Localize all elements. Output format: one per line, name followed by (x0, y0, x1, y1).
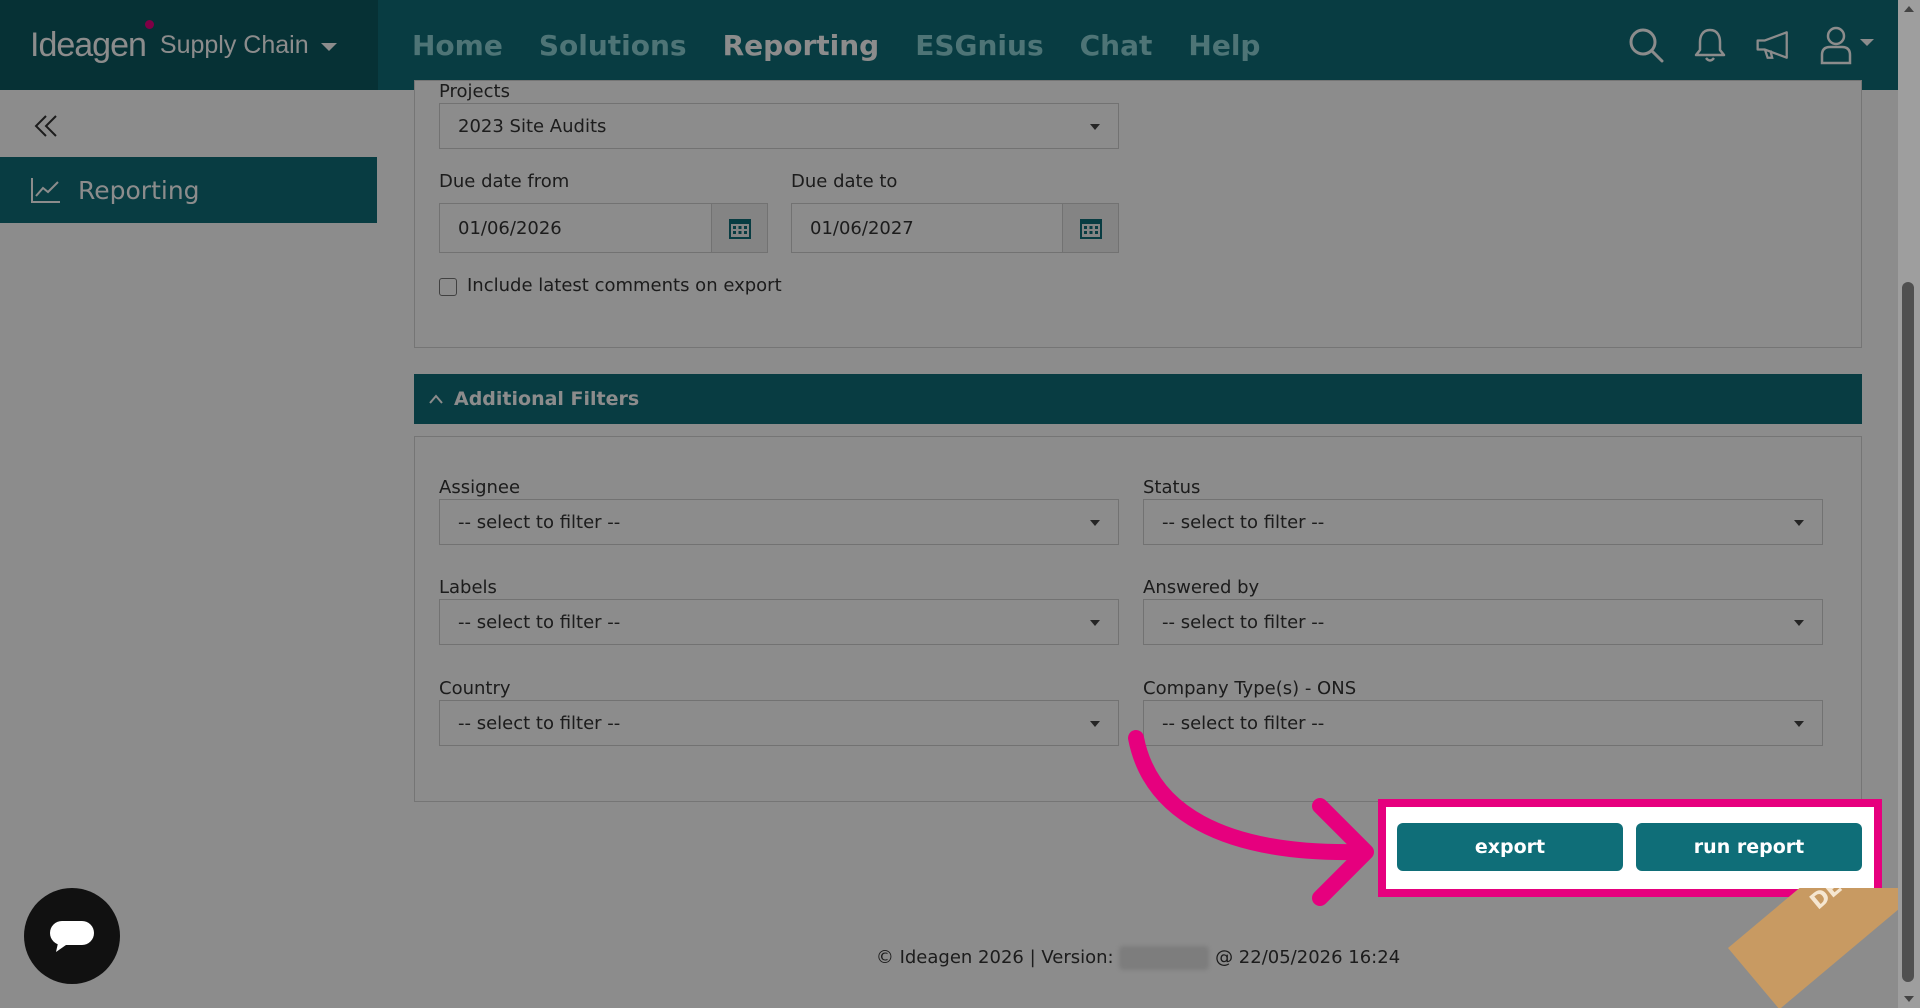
assignee-label: Assignee (439, 477, 521, 498)
answered-by-value: -- select to filter -- (1162, 611, 1325, 633)
projects-select[interactable]: 2023 Site Audits (439, 103, 1119, 149)
labels-select[interactable]: -- select to filter -- (439, 599, 1119, 645)
nav-esgnius[interactable]: ESGnius (915, 29, 1043, 62)
footer-copyright: © Ideagen 2026 | Version: (875, 947, 1114, 968)
due-to-label: Due date to (791, 171, 898, 192)
answered-by-label: Answered by (1143, 577, 1260, 598)
chat-launcher[interactable] (24, 888, 120, 984)
product-name: Supply Chain (159, 30, 309, 59)
labels-value: -- select to filter -- (458, 611, 621, 633)
due-to-value: 01/06/2027 (810, 217, 914, 239)
nav-help[interactable]: Help (1188, 29, 1260, 62)
include-comments-checkbox[interactable] (439, 278, 457, 296)
chevron-up-icon (429, 394, 443, 404)
caret-down-icon (1794, 620, 1804, 626)
guidance-arrow (1128, 730, 1374, 906)
sidebar-item-label: Reporting (78, 175, 200, 205)
footer: © Ideagen 2026 | Version: @ 22/05/2026 1… (378, 946, 1898, 970)
caret-down-icon (1090, 520, 1100, 526)
nav-solutions[interactable]: Solutions (539, 29, 687, 62)
double-chevron-left-icon[interactable] (30, 110, 62, 142)
caret-down-icon (1090, 721, 1100, 727)
company-type-label: Company Type(s) - ONS (1143, 678, 1357, 699)
nav-home[interactable]: Home (412, 29, 503, 62)
country-select[interactable]: -- select to filter -- (439, 700, 1119, 746)
due-from-input[interactable]: 01/06/2026 (439, 203, 768, 253)
due-from-label: Due date from (439, 171, 570, 192)
logo-text: Ideagen (30, 25, 147, 64)
nav-chat[interactable]: Chat (1080, 29, 1153, 62)
top-navigation-bar: Ideagen Supply Chain Home Solutions Repo… (0, 0, 1898, 90)
assignee-select[interactable]: -- select to filter -- (439, 499, 1119, 545)
additional-filters-header[interactable]: Additional Filters (414, 374, 1862, 424)
filters-title: Additional Filters (454, 388, 640, 410)
status-label: Status (1143, 477, 1201, 498)
demo-text: DEMO (1806, 888, 1879, 915)
run-report-button[interactable]: run report (1636, 823, 1862, 871)
chevron-down-icon (320, 43, 337, 51)
logo-dot (144, 19, 154, 29)
status-select[interactable]: -- select to filter -- (1143, 499, 1823, 545)
caret-down-icon (1090, 124, 1100, 130)
caret-down-icon (1794, 520, 1804, 526)
highlighted-actions: export run report (1378, 799, 1882, 897)
nav-reporting[interactable]: Reporting (723, 29, 880, 62)
bell-icon[interactable] (1690, 25, 1730, 65)
demo-ribbon-wrap: DEMO (1718, 888, 1898, 1008)
footer-timestamp: @ 22/05/2026 16:24 (1215, 947, 1401, 968)
status-value: -- select to filter -- (1162, 511, 1325, 533)
version-redacted (1119, 946, 1210, 970)
assignee-value: -- select to filter -- (458, 511, 621, 533)
labels-label: Labels (439, 577, 497, 598)
ideagen-logo: Ideagen (30, 19, 154, 65)
chat-icon (50, 921, 94, 952)
country-label: Country (439, 678, 511, 699)
due-to-input[interactable]: 01/06/2027 (791, 203, 1119, 253)
report-settings-panel: Projects 2023 Site Audits Due date from … (414, 80, 1862, 348)
scroll-down-icon[interactable] (1904, 996, 1914, 1002)
main-nav: Home Solutions Reporting ESGnius Chat He… (412, 0, 1260, 90)
search-icon[interactable] (1626, 25, 1666, 65)
top-icons (1626, 0, 1878, 90)
sidebar: Reporting (0, 90, 378, 1008)
include-comments-label: Include latest comments on export (467, 275, 782, 296)
answered-by-select[interactable]: -- select to filter -- (1143, 599, 1823, 645)
user-icon[interactable] (1818, 25, 1878, 65)
chart-line-icon (31, 178, 60, 203)
calendar-icon[interactable] (1062, 204, 1118, 252)
demo-ribbon: DEMO (1728, 888, 1898, 1008)
page-scrollbar[interactable] (1898, 0, 1920, 1008)
country-value: -- select to filter -- (458, 712, 621, 734)
calendar-icon[interactable] (711, 204, 767, 252)
due-from-value: 01/06/2026 (458, 217, 562, 239)
caret-down-icon (1794, 721, 1804, 727)
scroll-up-icon[interactable] (1904, 6, 1914, 12)
caret-down-icon (1090, 620, 1100, 626)
megaphone-icon[interactable] (1754, 25, 1794, 65)
projects-value: 2023 Site Audits (458, 115, 607, 137)
sidebar-item-reporting[interactable]: Reporting (0, 157, 377, 223)
brand-menu[interactable]: Ideagen Supply Chain (0, 0, 378, 90)
scroll-thumb[interactable] (1902, 282, 1914, 982)
projects-label: Projects (439, 81, 510, 102)
export-button[interactable]: export (1397, 823, 1623, 871)
